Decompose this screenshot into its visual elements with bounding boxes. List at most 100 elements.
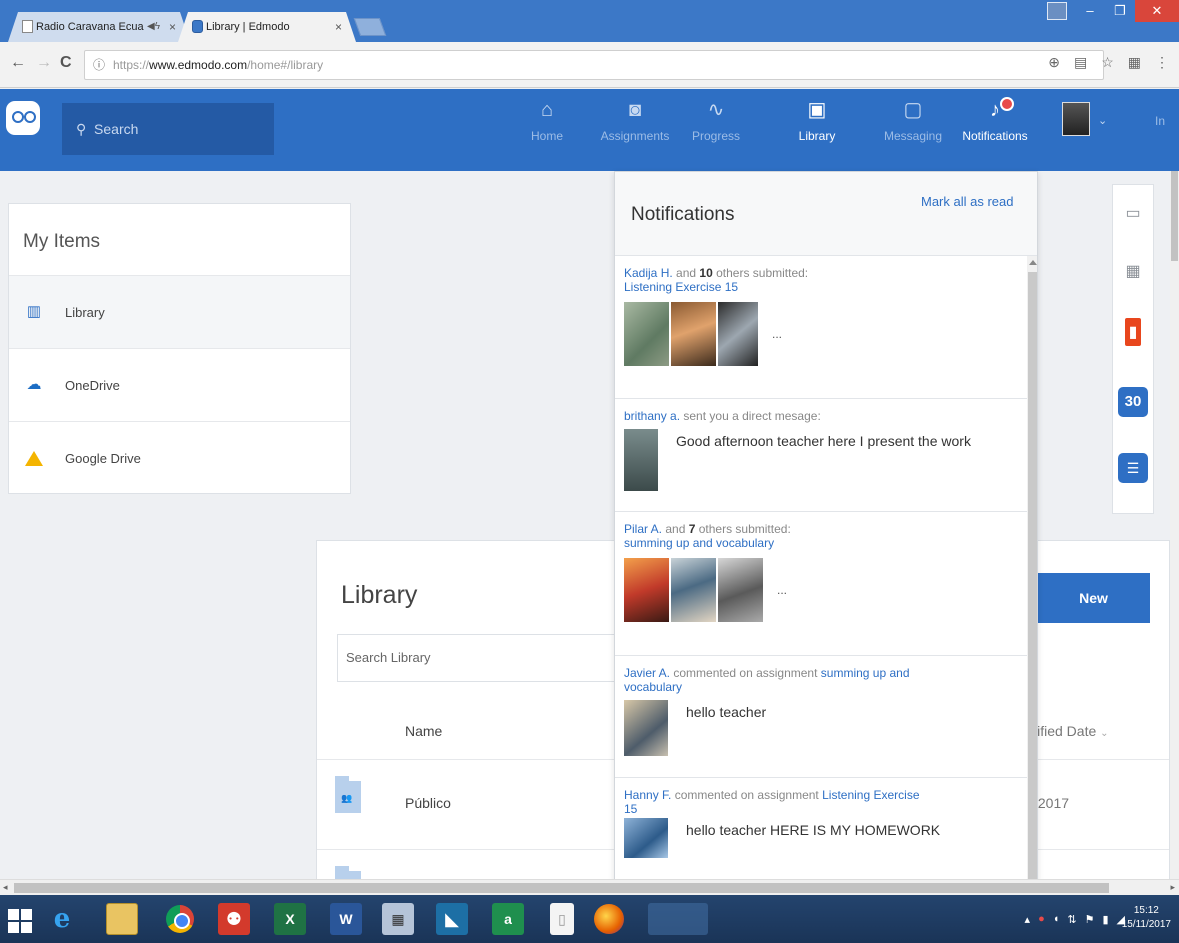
- new-tab-button[interactable]: [353, 18, 387, 36]
- notification-item[interactable]: Pilar A. and 7 others submitted: summing…: [615, 512, 1027, 656]
- notifications-title: Notifications: [631, 204, 735, 225]
- avatar[interactable]: [1062, 102, 1090, 136]
- chrome-icon[interactable]: [166, 905, 194, 933]
- notifications-list: Kadija H. and 10 others submitted: Liste…: [615, 256, 1027, 882]
- scroll-up-icon[interactable]: [1029, 260, 1037, 265]
- bookmark-star-icon[interactable]: ☆: [1101, 54, 1114, 71]
- my-items-library[interactable]: ▥ Library: [9, 276, 350, 349]
- column-header-name[interactable]: Name: [405, 723, 442, 739]
- windows-start-icon[interactable]: [8, 903, 34, 935]
- app-red-icon[interactable]: ⚉: [218, 903, 250, 935]
- back-arrow-icon[interactable]: ←: [10, 54, 26, 72]
- notification-item[interactable]: Javier A. commented on assignment summin…: [615, 656, 1027, 778]
- speaker-icon[interactable]: ◀ϟ: [147, 12, 160, 42]
- new-button[interactable]: New: [1037, 573, 1150, 623]
- scroll-left-icon[interactable]: ◂: [3, 882, 8, 893]
- folder-name[interactable]: Público: [405, 795, 451, 811]
- nav-messaging[interactable]: ▢ Messaging: [868, 97, 958, 143]
- my-items-onedrive[interactable]: ☁ OneDrive: [9, 349, 350, 422]
- apps-grid-icon[interactable]: ▦: [1118, 257, 1148, 287]
- close-window-icon[interactable]: ✕: [1135, 0, 1179, 22]
- actor-link[interactable]: Pilar A.: [624, 522, 662, 536]
- avatar: [624, 700, 668, 756]
- forward-arrow-icon[interactable]: →: [36, 54, 52, 72]
- internet-explorer-icon[interactable]: e: [46, 903, 78, 935]
- flag-icon[interactable]: ⚑: [1085, 913, 1095, 926]
- close-tab-icon[interactable]: ×: [169, 12, 176, 42]
- site-info-icon[interactable]: ⓘ: [93, 51, 105, 79]
- url-input[interactable]: ⓘ https://www.edmodo.com/home#/library: [84, 50, 1104, 80]
- backpack-icon[interactable]: ▭: [1118, 199, 1148, 229]
- close-tab-icon[interactable]: ×: [335, 12, 342, 42]
- nav-notifications[interactable]: ♪ Notifications: [950, 97, 1040, 143]
- my-items-title: My Items: [9, 204, 350, 276]
- shared-folder-icon: 👥: [335, 776, 361, 813]
- search-input[interactable]: ⚲ Search: [62, 103, 274, 155]
- tray-expand-icon[interactable]: ▴: [1025, 913, 1031, 926]
- nav-home[interactable]: ⌂ Home: [502, 97, 592, 143]
- message-preview: Good afternoon teacher here I present th…: [624, 429, 1015, 491]
- notifications-scrollbar[interactable]: [1027, 256, 1037, 882]
- search-library-input[interactable]: Search Library: [337, 634, 627, 682]
- notification-item[interactable]: brithany a. sent you a direct mesage: Go…: [615, 399, 1027, 512]
- actor-link[interactable]: Kadija H.: [624, 266, 673, 280]
- calculator-icon[interactable]: ▦: [382, 903, 414, 935]
- user-profile-icon[interactable]: [1047, 2, 1067, 20]
- nav-assignments[interactable]: ◙ Assignments: [590, 97, 680, 143]
- submission-thumbnails: ...: [624, 558, 1015, 622]
- tab-library-edmodo[interactable]: Library | Edmodo ×: [178, 12, 356, 42]
- notifications-dropdown: Notifications Mark all as read Kadija H.…: [614, 171, 1038, 883]
- assignment-link[interactable]: Listening Exercise 15: [624, 280, 738, 294]
- scrollbar-thumb[interactable]: [14, 883, 1109, 893]
- volume-icon[interactable]: ◖: [1053, 913, 1060, 926]
- antivirus-icon[interactable]: ●: [1038, 913, 1045, 926]
- network-icon[interactable]: ⇅: [1067, 913, 1076, 926]
- tab-radio-caravana[interactable]: Radio Caravana Ecua ◀ϟ ×: [8, 12, 190, 42]
- scrollbar-thumb[interactable]: [1171, 171, 1178, 261]
- notification-item[interactable]: Kadija H. and 10 others submitted: Liste…: [615, 256, 1027, 399]
- minimize-icon[interactable]: –: [1075, 0, 1105, 22]
- avatar: [671, 558, 716, 622]
- firefox-icon[interactable]: [594, 904, 624, 934]
- file-explorer-icon[interactable]: [106, 903, 138, 935]
- excel-icon[interactable]: X: [274, 903, 306, 935]
- nav-progress[interactable]: ∿ Progress: [671, 97, 761, 143]
- office-icon[interactable]: ▮: [1125, 318, 1141, 346]
- edmodo-logo[interactable]: [6, 101, 40, 135]
- chevron-down-icon[interactable]: ⌄: [1098, 114, 1107, 127]
- assignment-link[interactable]: summing up and vocabulary: [624, 536, 774, 550]
- app-blue-icon[interactable]: ◣: [436, 903, 468, 935]
- messaging-icon: ▢: [903, 99, 923, 121]
- column-header-modified-date[interactable]: lified Date ⌄: [1034, 723, 1109, 739]
- restore-icon[interactable]: ❐: [1105, 0, 1135, 22]
- avatar: [671, 302, 716, 366]
- page-vertical-scrollbar[interactable]: [1170, 171, 1179, 879]
- notifications-header: Notifications Mark all as read: [615, 172, 1037, 256]
- reload-icon[interactable]: C: [60, 54, 72, 72]
- nav-library[interactable]: ▣ Library: [772, 97, 862, 143]
- active-window-thumbnail[interactable]: [648, 903, 708, 935]
- more-ellipsis: ...: [772, 327, 783, 341]
- battery-icon[interactable]: ▮: [1102, 913, 1108, 926]
- scrollbar-thumb[interactable]: [1028, 272, 1037, 882]
- system-clock[interactable]: 15:12 15/11/2017: [1122, 904, 1171, 932]
- library-icon: ▣: [807, 99, 827, 121]
- calendar-icon[interactable]: 30: [1118, 387, 1148, 417]
- my-items-google-drive[interactable]: Google Drive: [9, 422, 350, 495]
- notification-item[interactable]: Hanny F. commented on assignment Listeni…: [615, 778, 1027, 882]
- quiz-icon[interactable]: ☰: [1118, 453, 1148, 483]
- actor-link[interactable]: brithany a.: [624, 409, 680, 423]
- translate-icon[interactable]: ▤: [1074, 54, 1087, 71]
- store-icon[interactable]: a: [492, 903, 524, 935]
- mark-all-read-link[interactable]: Mark all as read: [921, 194, 1013, 209]
- extension-icon[interactable]: ▦: [1128, 54, 1141, 71]
- menu-dots-icon[interactable]: ⋮: [1155, 54, 1169, 71]
- document-icon[interactable]: ▯: [550, 903, 574, 935]
- actor-link[interactable]: Javier A.: [624, 666, 670, 680]
- zoom-icon[interactable]: ⊕: [1048, 54, 1060, 71]
- scroll-right-icon[interactable]: ▸: [1170, 882, 1175, 893]
- actor-link[interactable]: Hanny F.: [624, 788, 671, 802]
- page-horizontal-scrollbar[interactable]: ◂ ▸: [0, 879, 1179, 895]
- tab-title: Library | Edmodo: [206, 21, 290, 33]
- word-icon[interactable]: W: [330, 903, 362, 935]
